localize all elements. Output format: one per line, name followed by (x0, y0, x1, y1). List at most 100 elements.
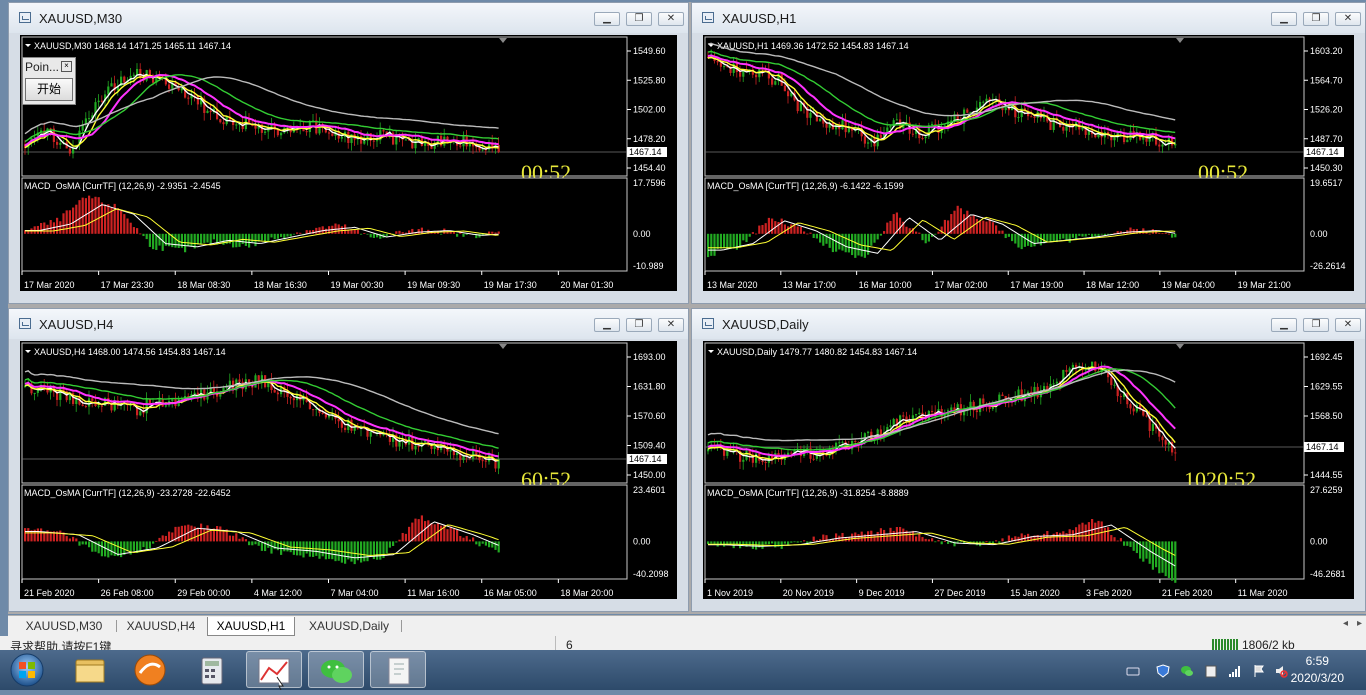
macd-bar (283, 541, 286, 552)
price-chart[interactable]: XAUUSD,H1 1469.36 1472.52 1454.83 1467.1… (703, 35, 1354, 291)
macd-bar (462, 537, 465, 542)
minimize-button[interactable]: ▁ (594, 318, 620, 332)
flag-icon[interactable] (1252, 664, 1266, 678)
script-panel[interactable]: Poin... × 开始 (22, 57, 76, 105)
clipboard-icon[interactable] (1204, 664, 1218, 678)
maximize-button[interactable]: ❐ (1303, 318, 1329, 332)
macd-bar (478, 541, 481, 547)
macd-bar (219, 526, 222, 542)
close-button[interactable]: ✕ (658, 12, 684, 26)
chart-tab[interactable]: XAUUSD,H1 (207, 617, 295, 636)
price-chart[interactable]: XAUUSD,H4 1468.00 1474.56 1454.83 1467.1… (20, 341, 677, 599)
collapse-icon[interactable] (25, 350, 31, 353)
trading-app-icon[interactable] (122, 651, 178, 688)
date-label: 20 Mar 01:30 (560, 280, 613, 290)
macd-bar (1052, 233, 1055, 242)
macd-bar (206, 233, 209, 243)
chart-window[interactable]: XAUUSD,M30 ▁ ❐ ✕ XAUUSD,M30 1468.14 1471.25 … (8, 2, 689, 304)
maximize-button[interactable]: ❐ (626, 318, 652, 332)
candle-body (196, 95, 199, 105)
candle-body (879, 429, 882, 435)
date-label: 26 Feb 08:00 (101, 588, 154, 598)
price-tag: 1467.14 (629, 454, 662, 464)
macd-bar (334, 223, 337, 234)
candle-body (889, 425, 892, 427)
maximize-button[interactable]: ❐ (1303, 12, 1329, 26)
document-app-icon[interactable] (370, 651, 426, 688)
minimize-button[interactable]: ▁ (1271, 318, 1297, 332)
candle-body (372, 140, 375, 142)
mute-icon[interactable] (1274, 664, 1288, 678)
macd-bar (771, 218, 774, 234)
chart-window[interactable]: XAUUSD,H1 ▁ ❐ ✕ XAUUSD,H1 1469.36 1472.52 14… (691, 2, 1366, 304)
chart-tab[interactable]: XAUUSD,M30 (16, 617, 112, 635)
window-titlebar[interactable]: XAUUSD,Daily ▁ ❐ ✕ (692, 309, 1365, 339)
maximize-button[interactable]: ❐ (626, 12, 652, 26)
price-chart[interactable]: XAUUSD,M30 1468.14 1471.25 1465.11 1467.… (20, 35, 677, 291)
price-tag: 1467.14 (1306, 442, 1339, 452)
price-label: 1444.55 (1310, 470, 1343, 480)
macd-bar (777, 221, 780, 234)
start-orb-icon[interactable] (0, 651, 56, 688)
chart-app-icon[interactable] (246, 651, 302, 691)
minimize-button[interactable]: ▁ (1271, 12, 1297, 26)
price-label: 1450.30 (1310, 163, 1343, 173)
macd-bar (168, 531, 171, 542)
window-titlebar[interactable]: XAUUSD,M30 ▁ ❐ ✕ (9, 3, 688, 33)
date-label: 18 Mar 12:00 (1086, 280, 1139, 290)
tabs-scroll-left-icon[interactable]: ◂ (1343, 618, 1348, 629)
macd-bar (889, 527, 892, 542)
close-button[interactable]: ✕ (1335, 12, 1361, 26)
wechat-tray-icon[interactable] (1180, 664, 1194, 678)
collapse-icon[interactable] (708, 350, 714, 353)
macd-bar (248, 541, 251, 546)
macd-bar (120, 541, 123, 558)
file-explorer-icon[interactable] (62, 651, 118, 688)
candle-body (1174, 452, 1177, 454)
chart-window[interactable]: XAUUSD,H4 ▁ ❐ ✕ XAUUSD,H4 1468.00 1474.56 14… (8, 308, 689, 612)
keyboard-icon[interactable] (1126, 664, 1140, 678)
script-panel-close-icon[interactable]: × (61, 61, 72, 72)
macd-bar (780, 218, 783, 234)
calculator-icon[interactable] (184, 651, 240, 688)
macd-bar (835, 233, 838, 252)
tabs-scroll-right-icon[interactable]: ▸ (1357, 618, 1362, 629)
macd-bar (963, 214, 966, 234)
date-label: 16 Mar 10:00 (859, 280, 912, 290)
macd-bar (819, 233, 822, 243)
macd-bar (879, 233, 882, 236)
candle-body (484, 460, 487, 462)
minimize-button[interactable]: ▁ (594, 12, 620, 26)
window-titlebar[interactable]: XAUUSD,H1 ▁ ❐ ✕ (692, 3, 1365, 33)
close-button[interactable]: ✕ (658, 318, 684, 332)
close-button[interactable]: ✕ (1335, 318, 1361, 332)
collapse-icon[interactable] (25, 44, 31, 47)
macd-scale-label: -40.2098 (633, 569, 669, 579)
macd-bar (366, 233, 369, 235)
start-button[interactable]: 开始 (25, 78, 73, 101)
candle-body (1062, 127, 1065, 131)
candle-body (468, 143, 471, 147)
candle-body (889, 125, 892, 128)
taskbar-clock[interactable]: 6:59 2020/3/20 (1291, 653, 1344, 687)
candle-body (774, 81, 777, 85)
date-label: 19 Mar 00:30 (330, 280, 383, 290)
wechat-icon[interactable] (308, 651, 364, 688)
macd-bar (1059, 233, 1062, 240)
macd-bar (88, 541, 91, 548)
macd-bar (456, 233, 459, 237)
chart-tab[interactable]: XAUUSD,Daily (301, 617, 397, 635)
chart-tab[interactable]: XAUUSD,H4 (118, 617, 204, 635)
macd-bar (713, 541, 716, 544)
macd-bar (196, 233, 199, 245)
window-titlebar[interactable]: XAUUSD,H4 ▁ ❐ ✕ (9, 309, 688, 339)
price-chart[interactable]: XAUUSD,Daily 1479.77 1480.82 1454.83 146… (703, 341, 1354, 599)
date-label: 16 Mar 05:00 (484, 588, 537, 598)
network-icon[interactable] (1228, 664, 1242, 678)
macd-bar (1100, 233, 1103, 235)
candle-body (353, 427, 356, 431)
chart-window[interactable]: XAUUSD,Daily ▁ ❐ ✕ XAUUSD,Daily 1479.77 1480… (691, 308, 1366, 612)
macd-bar (222, 530, 225, 542)
macd-bar (1116, 540, 1119, 542)
shield-icon[interactable] (1156, 664, 1170, 678)
